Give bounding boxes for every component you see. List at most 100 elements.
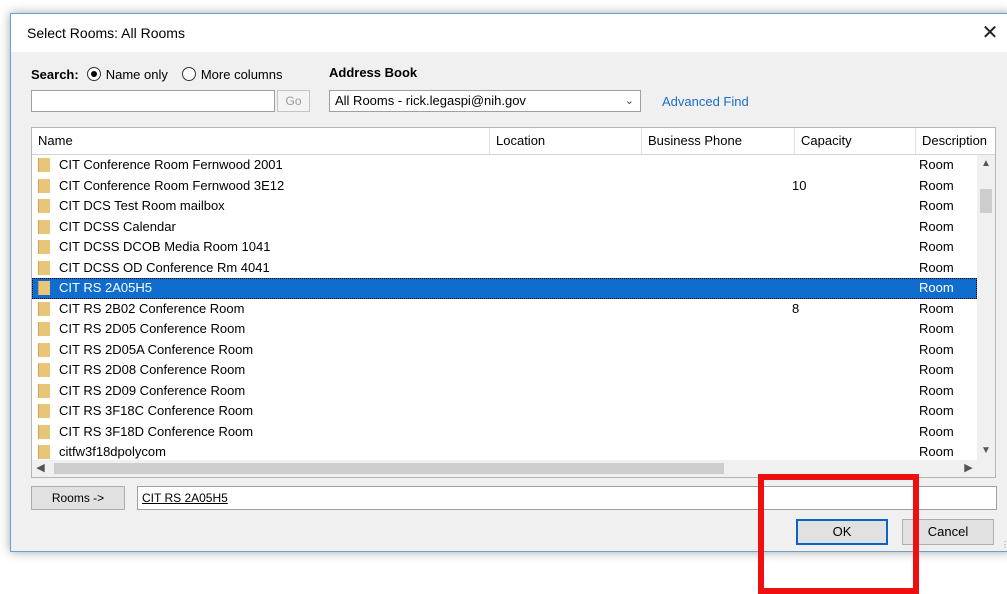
room-name: CIT RS 3F18D Conference Room xyxy=(59,423,254,439)
close-icon[interactable]: ✕ xyxy=(977,20,1003,46)
table-row[interactable]: CIT RS 2D05A Conference Room Room xyxy=(32,340,977,361)
room-capacity: 8 xyxy=(792,300,800,316)
room-capacity: 10 xyxy=(792,177,807,193)
scroll-left-icon[interactable]: ◀ xyxy=(32,460,49,477)
room-icon xyxy=(38,240,50,254)
room-name: CIT RS 2D08 Conference Room xyxy=(59,362,246,377)
room-description: Room xyxy=(919,362,954,377)
cancel-button[interactable]: Cancel xyxy=(902,519,994,545)
scroll-right-icon[interactable]: ▶ xyxy=(960,460,977,477)
room-description: Room xyxy=(919,218,954,234)
room-icon xyxy=(38,301,50,316)
room-icon xyxy=(38,322,50,336)
table-row[interactable]: CIT DCSS Calendar Room xyxy=(32,217,977,238)
scroll-corner xyxy=(977,460,995,477)
room-icon xyxy=(38,178,50,193)
table-row[interactable]: CIT DCS Test Room mailbox Room xyxy=(32,196,977,217)
table-row[interactable]: CIT RS 2D08 Conference Room Room xyxy=(32,360,977,381)
table-row[interactable]: CIT RS 2D09 Conference Room Room xyxy=(32,381,977,402)
table-row[interactable]: CIT RS 3F18C Conference Room Room xyxy=(32,401,977,422)
room-name: CIT RS 2A05H5 xyxy=(59,280,152,295)
search-label: Search: xyxy=(31,66,79,82)
table-row[interactable]: CIT DCSS DCOB Media Room 1041 Room xyxy=(32,237,977,258)
rooms-field-value: CIT RS 2A05H5 xyxy=(142,491,228,505)
list-rows: CIT Conference Room Fernwood 2001 Room CIT… xyxy=(32,155,977,460)
room-name: CIT DCSS OD Conference Rm 4041 xyxy=(59,259,270,275)
column-header-capacity[interactable]: Capacity xyxy=(795,128,916,154)
table-row[interactable]: CIT RS 3F18D Conference Room Room xyxy=(32,422,977,443)
room-description: Room xyxy=(919,382,954,398)
room-description: Room xyxy=(919,157,954,172)
table-row[interactable]: CIT DCSS OD Conference Rm 4041 Room xyxy=(32,258,977,279)
list-header: Name Location Business Phone Capacity De… xyxy=(32,128,995,155)
room-icon xyxy=(38,424,50,439)
room-name: citfw3f18dpolycom xyxy=(59,444,166,459)
vertical-scrollbar[interactable]: ▲ ▼ xyxy=(977,155,995,460)
table-row[interactable]: CIT RS 2B02 Conference Room 8 Room xyxy=(32,299,977,320)
room-description: Room xyxy=(919,423,954,439)
table-row[interactable]: CIT RS 2D05 Conference Room Room xyxy=(32,319,977,340)
table-row[interactable]: CIT Conference Room Fernwood 2001 Room xyxy=(32,155,977,176)
table-row[interactable]: CIT RS 2A05H5 Room xyxy=(32,278,977,299)
room-name: CIT RS 2B02 Conference Room xyxy=(59,300,245,316)
room-name: CIT DCSS Calendar xyxy=(59,218,176,234)
room-description: Room xyxy=(919,177,954,193)
ok-button[interactable]: OK xyxy=(796,519,888,545)
room-description: Room xyxy=(919,341,954,357)
room-name: CIT RS 3F18C Conference Room xyxy=(59,403,254,418)
search-input[interactable] xyxy=(31,90,275,112)
scroll-up-icon[interactable]: ▲ xyxy=(977,155,995,173)
room-description: Room xyxy=(919,403,954,418)
room-name: CIT Conference Room Fernwood 2001 xyxy=(59,157,283,172)
address-book-dropdown[interactable]: All Rooms - rick.legaspi@nih.gov ⌄ xyxy=(329,90,641,112)
column-header-business-phone[interactable]: Business Phone xyxy=(642,128,795,154)
room-icon xyxy=(38,342,50,357)
table-row[interactable]: CIT Conference Room Fernwood 3E12 10 Room xyxy=(32,176,977,197)
chevron-down-icon: ⌄ xyxy=(624,95,634,107)
horizontal-scrollbar[interactable]: ◀ ▶ xyxy=(32,460,977,477)
room-name: CIT RS 2D05A Conference Room xyxy=(59,341,254,357)
column-header-location[interactable]: Location xyxy=(490,128,642,154)
address-book-label: Address Book xyxy=(329,65,418,80)
select-rooms-dialog: Select Rooms: All Rooms ✕ Search: Name o… xyxy=(10,13,1007,552)
room-name: CIT Conference Room Fernwood 3E12 xyxy=(59,177,285,193)
rooms-list: Name Location Business Phone Capacity De… xyxy=(31,127,996,478)
room-description: Room xyxy=(919,300,954,316)
room-icon xyxy=(38,281,50,295)
room-icon xyxy=(38,383,50,398)
column-header-name[interactable]: Name xyxy=(32,128,490,154)
rooms-button[interactable]: Rooms -> xyxy=(31,486,125,510)
search-options: Search: Name only More columns xyxy=(31,64,282,84)
scroll-down-icon[interactable]: ▼ xyxy=(977,442,995,460)
column-header-description[interactable]: Description xyxy=(916,128,995,154)
name-only-label[interactable]: Name only xyxy=(106,67,168,82)
title-bar: Select Rooms: All Rooms ✕ xyxy=(11,14,1007,52)
table-row[interactable]: citfw3f18dpolycom Room xyxy=(32,442,977,460)
room-description: Room xyxy=(919,321,954,336)
window-title: Select Rooms: All Rooms xyxy=(27,25,185,41)
room-icon xyxy=(38,219,50,234)
room-icon xyxy=(38,363,50,377)
rooms-field[interactable]: CIT RS 2A05H5 xyxy=(137,486,997,510)
room-icon xyxy=(38,260,50,275)
advanced-find-link[interactable]: Advanced Find xyxy=(662,94,749,109)
room-description: Room xyxy=(919,239,954,254)
go-button[interactable]: Go xyxy=(277,90,310,112)
room-icon xyxy=(38,404,50,418)
more-columns-label[interactable]: More columns xyxy=(201,67,283,82)
room-description: Room xyxy=(919,259,954,275)
resize-grip-icon[interactable]: ⋮ xyxy=(1001,540,1007,549)
room-name: CIT DCSS DCOB Media Room 1041 xyxy=(59,239,271,254)
room-name: CIT DCS Test Room mailbox xyxy=(59,198,225,213)
horizontal-scroll-thumb[interactable] xyxy=(54,463,724,474)
name-only-radio[interactable] xyxy=(86,67,101,81)
room-name: CIT RS 2D05 Conference Room xyxy=(59,321,246,336)
room-description: Room xyxy=(919,444,954,459)
room-icon xyxy=(38,445,50,459)
more-columns-radio[interactable] xyxy=(181,67,196,81)
room-description: Room xyxy=(919,198,954,213)
room-description: Room xyxy=(919,280,954,295)
room-icon xyxy=(38,199,50,213)
room-icon xyxy=(38,158,50,172)
vertical-scroll-thumb[interactable] xyxy=(980,189,992,213)
